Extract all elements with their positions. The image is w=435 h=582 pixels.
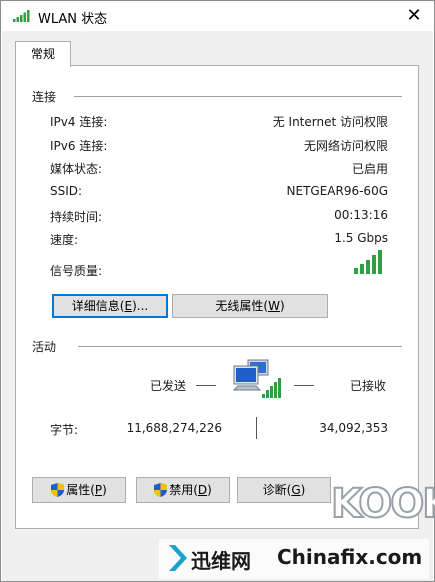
ssid-value: NETGEAR96-60G [286,184,388,198]
bytes-sent-value: 11,688,274,226 [126,421,222,435]
uac-shield-icon [51,483,65,497]
close-button[interactable]: ✕ [399,2,429,30]
wlan-status-window: WLAN 状态 ✕ 常规 连接 IPv4 连接: 无 Internet 访问权限… [0,0,435,582]
speed-label: 速度: [50,233,79,247]
sent-connector-line [196,385,216,386]
duration-value: 00:13:16 [334,208,388,222]
duration-label: 持续时间: [50,210,103,224]
properties-button[interactable]: 属性(P) [32,477,126,503]
bytes-label: 字节: [50,423,79,437]
signal-quality-label: 信号质量: [50,264,103,278]
activity-divider [78,346,402,347]
diagnose-button[interactable]: 诊断(G) [237,477,331,503]
kook-watermark-logo: KOOK [330,480,435,528]
connection-heading: 连接 [32,90,57,104]
title-bar: WLAN 状态 ✕ [1,1,434,31]
chinafix-logo-icon [169,545,187,571]
ipv4-value: 无 Internet 访问权限 [272,115,388,129]
ipv4-label: IPv4 连接: [50,115,108,129]
general-tab-panel: 连接 IPv4 连接: 无 Internet 访问权限 IPv6 连接: 无网络… [15,65,419,529]
bytes-received-value: 34,092,353 [319,421,388,435]
sent-label: 已发送 [150,379,187,393]
wireless-properties-button[interactable]: 无线属性(W) [172,294,328,318]
ipv6-value: 无网络访问权限 [303,139,388,153]
media-state-value: 已启用 [351,162,388,176]
watermark-brand-cn: 迅维网 [191,549,251,573]
window-title: WLAN 状态 [38,12,108,27]
tab-general[interactable]: 常规 [15,41,71,67]
details-button[interactable]: 详细信息(E)... [52,294,168,318]
close-icon: ✕ [406,5,422,26]
received-label: 已接收 [350,379,387,393]
signal-strength-icon [354,250,382,274]
bytes-separator [256,417,257,439]
ssid-label: SSID: [50,184,83,198]
network-computers-icon [232,359,281,398]
watermark-brand-en: Chinafix.com [277,545,423,569]
speed-value: 1.5 Gbps [334,231,388,245]
uac-shield-icon [154,483,168,497]
activity-heading: 活动 [32,340,57,354]
ipv6-label: IPv6 连接: [50,139,108,153]
received-connector-line [294,385,314,386]
connection-divider [74,96,402,97]
disable-button[interactable]: 禁用(D) [136,477,230,503]
wifi-signal-icon [13,10,30,22]
media-state-label: 媒体状态: [50,162,103,176]
